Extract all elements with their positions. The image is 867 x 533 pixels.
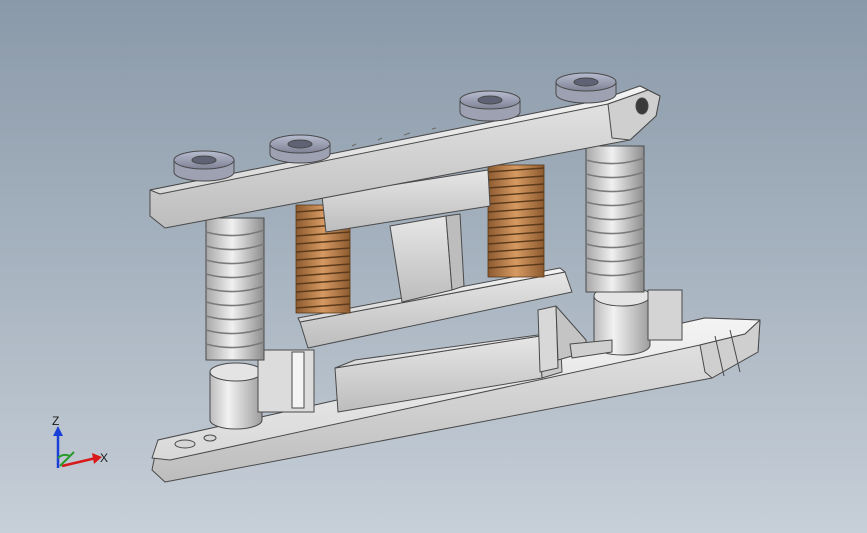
center-punch[interactable] <box>389 213 465 303</box>
cap-screw-3[interactable] <box>459 90 521 122</box>
guide-post-left[interactable] <box>205 217 265 361</box>
guide-post-right[interactable] <box>585 145 645 293</box>
z-axis-label: Z <box>52 414 59 428</box>
die-set-model[interactable]: Z X <box>0 0 867 533</box>
cap-screw-1[interactable] <box>173 150 235 182</box>
3d-viewport[interactable]: Z X <box>0 0 867 533</box>
cap-screw-2[interactable] <box>269 134 331 164</box>
x-axis-label: X <box>100 451 108 465</box>
die-spring-right[interactable] <box>487 164 545 278</box>
axis-triad: Z X <box>52 414 108 468</box>
cap-screw-4[interactable] <box>555 72 617 104</box>
